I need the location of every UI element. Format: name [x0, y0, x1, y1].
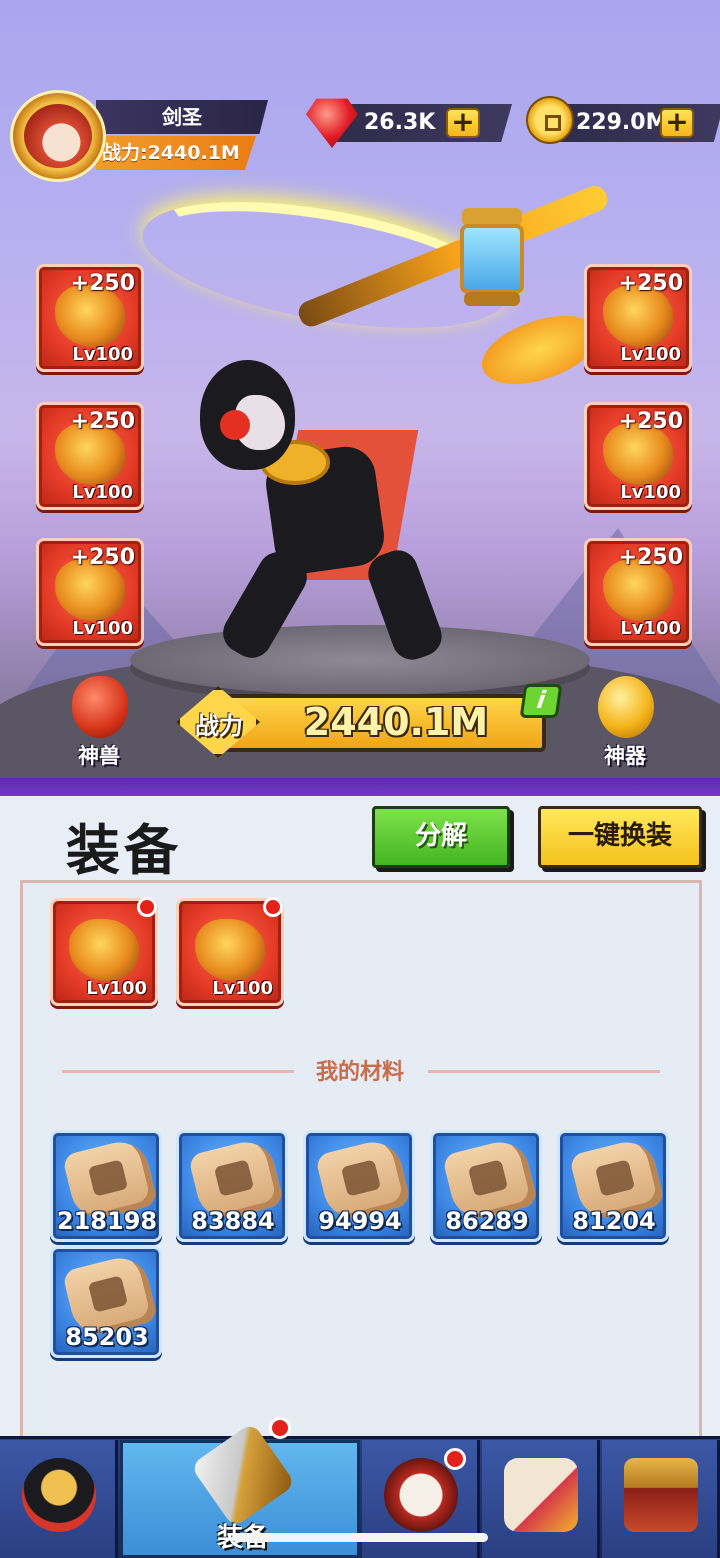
item-level: Lv100: [86, 978, 147, 999]
equip-slot-helmet[interactable]: +250 Lv100: [584, 264, 692, 372]
divine-artifact-button[interactable]: 神器: [584, 676, 666, 772]
slot-level: Lv100: [620, 618, 681, 639]
material-count: 81204: [572, 1207, 656, 1235]
panel-title: 装备: [66, 819, 182, 882]
slot-bonus: +250: [70, 545, 135, 570]
divine-beast-button[interactable]: 神兽: [58, 676, 140, 772]
divider-line: [428, 1070, 660, 1073]
material-item[interactable]: 85203: [50, 1246, 162, 1358]
hero-eye: [220, 410, 250, 440]
material-count: 86289: [445, 1207, 529, 1235]
material-item[interactable]: 94994: [303, 1130, 415, 1242]
slot-bonus: +250: [618, 409, 683, 434]
nav-tab-scroll[interactable]: [482, 1440, 600, 1558]
material-item[interactable]: 81204: [557, 1130, 669, 1242]
slot-bonus: +250: [70, 409, 135, 434]
equip-slot-weapon[interactable]: +250 Lv100: [36, 264, 144, 372]
gold-coin-icon: [526, 96, 574, 144]
scroll-potion-icon: [504, 1458, 578, 1532]
spirit-jar-icon[interactable]: [452, 208, 532, 308]
bracer-icon: [195, 919, 265, 981]
slot-level: Lv100: [72, 618, 133, 639]
gem-counter: 26.3K +: [302, 98, 512, 148]
slot-bonus: +250: [70, 271, 135, 296]
power-info-button[interactable]: i: [519, 684, 563, 718]
decompose-button[interactable]: 分解: [372, 806, 510, 868]
inventory-item[interactable]: Lv100: [50, 897, 158, 1006]
power-badge-label: 战力: [195, 712, 243, 740]
material-item[interactable]: 218198: [50, 1130, 162, 1242]
temple-icon: [624, 1458, 698, 1532]
player-info[interactable]: 剑圣 战力:2440.1M: [96, 100, 268, 174]
inventory-item[interactable]: Lv100: [176, 897, 284, 1006]
add-gems-button[interactable]: +: [446, 108, 480, 138]
combat-power-value: 2440.1M: [303, 700, 489, 744]
divine-beast-label: 神兽: [78, 744, 120, 768]
hero-character[interactable]: [180, 300, 480, 680]
gold-amount: 229.0M: [554, 104, 720, 142]
jar-base: [464, 292, 520, 306]
alert-dot: [263, 897, 283, 917]
alert-dot: [444, 1448, 466, 1470]
equip-slot-bracer[interactable]: +250 Lv100: [36, 538, 144, 646]
beast-egg-icon: [72, 676, 128, 738]
hero-leg: [362, 544, 448, 666]
hero-icon: [22, 1458, 96, 1532]
nav-tab-temple[interactable]: [602, 1440, 720, 1558]
materials-label: 我的材料: [315, 1060, 404, 1085]
home-indicator[interactable]: [232, 1533, 488, 1542]
avatar[interactable]: [4, 90, 112, 186]
material-count: 85203: [65, 1323, 149, 1351]
item-level: Lv100: [212, 978, 273, 999]
slot-level: Lv100: [620, 344, 681, 365]
combat-power-banner: 战力 2440.1M: [176, 686, 546, 758]
alert-dot: [137, 897, 157, 917]
slot-level: Lv100: [72, 344, 133, 365]
sword-icon: [69, 919, 139, 981]
drum-icon: [384, 1458, 458, 1532]
material-count: 218198: [56, 1207, 158, 1235]
add-gold-button[interactable]: +: [660, 108, 694, 138]
avatar-portrait: [24, 104, 92, 168]
equip-slot-armor[interactable]: +250 Lv100: [36, 402, 144, 510]
slot-bonus: +250: [618, 545, 683, 570]
slot-level: Lv100: [620, 482, 681, 503]
gold-counter: 229.0M +: [524, 96, 720, 146]
slot-bonus: +250: [618, 271, 683, 296]
material-item[interactable]: 86289: [430, 1130, 542, 1242]
jar-glass: [460, 224, 524, 294]
nav-tab-hero[interactable]: [0, 1440, 118, 1558]
slot-level: Lv100: [72, 482, 133, 503]
player-name: 剑圣: [96, 100, 268, 134]
artifact-orb-icon: [598, 676, 654, 738]
auto-equip-button[interactable]: 一键换装: [538, 806, 702, 868]
player-power: 战力:2440.1M: [96, 136, 256, 170]
equip-slot-amulet[interactable]: +250 Lv100: [584, 538, 692, 646]
material-count: 83884: [191, 1207, 275, 1235]
material-item[interactable]: 83884: [176, 1130, 288, 1242]
gem-amount: 26.3K: [332, 104, 512, 142]
material-count: 94994: [318, 1207, 402, 1235]
alert-dot: [269, 1417, 291, 1439]
equip-slot-belt[interactable]: +250 Lv100: [584, 402, 692, 510]
divine-artifact-label: 神器: [604, 744, 646, 768]
